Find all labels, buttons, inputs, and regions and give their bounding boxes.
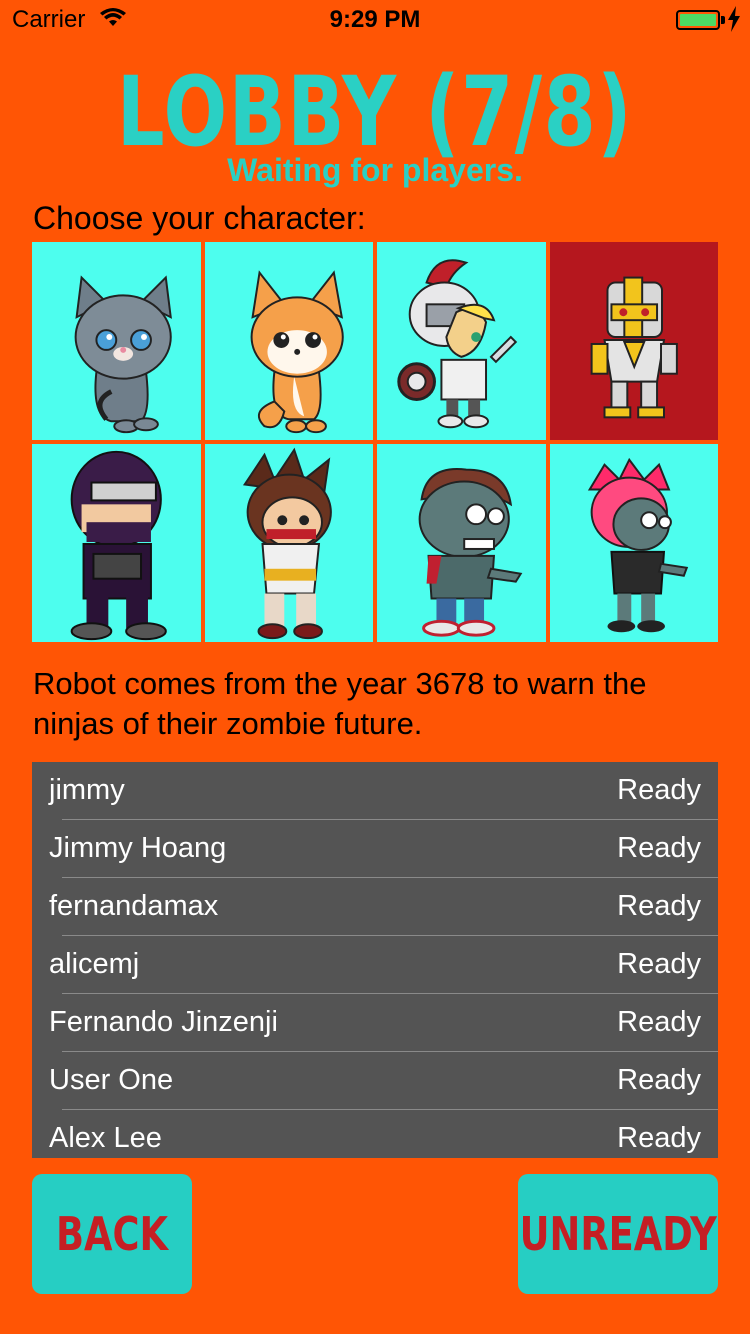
character-cell-knight[interactable]: [377, 242, 546, 440]
cat-icon: [74, 275, 172, 434]
player-row[interactable]: alicemj Ready: [32, 936, 718, 994]
back-button-label: BACK: [55, 1207, 169, 1261]
character-cell-zombie-girl[interactable]: [549, 444, 718, 642]
player-list[interactable]: jimmy Ready Jimmy Hoang Ready fernandama…: [32, 762, 718, 1158]
page-title: LOBBY (7/8): [116, 56, 634, 168]
kunoichi-icon: [242, 447, 332, 640]
character-description: Robot comes from the year 3678 to warn t…: [33, 666, 647, 741]
unready-button-label: UNREADY: [519, 1207, 717, 1261]
choose-character-label: Choose your character:: [33, 200, 366, 236]
zombie-boy-icon: [418, 468, 523, 637]
player-status: Ready: [617, 1006, 701, 1038]
character-cell-robot[interactable]: [549, 242, 718, 440]
player-row[interactable]: Alex Lee Ready: [32, 1110, 718, 1158]
ninja-icon: [70, 450, 167, 641]
status-bar: Carrier 9:29 PM: [0, 0, 750, 40]
character-cell-ninja[interactable]: [32, 444, 201, 642]
player-status: Ready: [617, 832, 701, 864]
clock: 9:29 PM: [329, 6, 421, 33]
player-name: Jimmy Hoang: [49, 832, 227, 864]
player-status: Ready: [617, 948, 701, 980]
player-row[interactable]: Jimmy Hoang Ready: [32, 820, 718, 878]
player-status: Ready: [617, 1122, 701, 1154]
battery-cap: [721, 16, 725, 24]
player-row[interactable]: Fernando Jinzenji Ready: [32, 994, 718, 1052]
battery-icon: [676, 10, 720, 30]
knight-icon: [397, 259, 518, 429]
zombie-girl-icon: [587, 457, 688, 633]
player-row[interactable]: fernandamax Ready: [32, 878, 718, 936]
character-cell-fox[interactable]: [204, 242, 373, 440]
character-cell-zombie-boy[interactable]: [377, 444, 546, 642]
player-status: Ready: [617, 774, 701, 806]
player-name: User One: [49, 1064, 174, 1096]
charging-bolt-icon: [728, 6, 740, 32]
player-name: Fernando Jinzenji: [49, 1006, 278, 1038]
player-status: Ready: [617, 890, 701, 922]
player-status: Ready: [617, 1064, 701, 1096]
character-grid: [32, 242, 718, 642]
player-name: alicemj: [49, 948, 140, 980]
character-cell-kunoichi[interactable]: [204, 444, 373, 642]
unready-button[interactable]: UNREADY: [518, 1174, 718, 1294]
back-button[interactable]: BACK: [32, 1174, 192, 1294]
player-name: Alex Lee: [49, 1122, 162, 1154]
fox-icon: [250, 270, 344, 434]
page-subtitle: Waiting for players.: [227, 152, 523, 188]
character-cell-cat[interactable]: [32, 242, 201, 440]
player-name: fernandamax: [49, 890, 219, 922]
player-name: jimmy: [49, 774, 125, 806]
player-row[interactable]: User One Ready: [32, 1052, 718, 1110]
player-row[interactable]: jimmy Ready: [32, 762, 718, 820]
robot-icon: [590, 276, 678, 419]
